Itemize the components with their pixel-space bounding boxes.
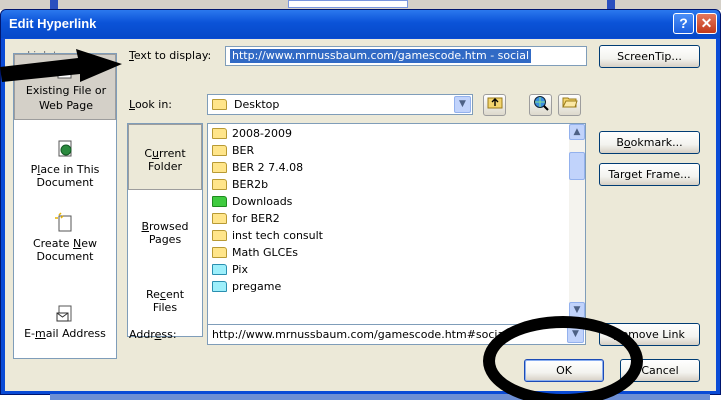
create-new-document-label-line1: Create New — [32, 237, 98, 250]
existing-file-label-line2: Web Page — [38, 99, 94, 112]
place-recent-files[interactable]: Recent Files — [128, 288, 202, 328]
list-item[interactable]: inst tech consult — [212, 227, 323, 244]
list-item[interactable]: BER — [212, 142, 254, 159]
folder-icon — [212, 162, 227, 173]
bookmark-button[interactable]: Bookmark... — [599, 131, 700, 154]
look-in-label: Look in: — [129, 98, 172, 111]
recent-files-label-line1: Recent — [145, 288, 185, 301]
address-value: http://www.mrnussbaum.com/gamescode.htm#… — [212, 328, 508, 341]
close-button[interactable]: ✕ — [696, 13, 717, 34]
place-browsed-pages[interactable]: Browsed Pages — [128, 220, 202, 260]
help-button[interactable]: ? — [673, 13, 694, 34]
places-panel: Current Folder Browsed Pages Recent File… — [127, 123, 203, 337]
cyan-folder-icon — [212, 281, 227, 292]
folder-icon — [212, 179, 227, 190]
open-folder-icon — [561, 97, 578, 108]
folder-icon — [212, 247, 227, 258]
scroll-thumb[interactable] — [569, 152, 585, 180]
text-to-display-label: Text to display: — [129, 49, 212, 62]
annotation-circle — [483, 316, 643, 400]
list-item[interactable]: BER 2 7.4.08 — [212, 159, 303, 176]
link-to-place-in-document[interactable]: Place in This Document — [14, 138, 116, 198]
look-in-folder-icon — [212, 96, 232, 113]
browsed-pages-label-line2: Pages — [148, 233, 182, 246]
list-item[interactable]: Downloads — [212, 193, 292, 210]
browse-web-button[interactable] — [529, 94, 552, 116]
email-address-label: E-mail Address — [24, 327, 106, 340]
place-in-document-icon — [58, 140, 72, 157]
scroll-up-icon[interactable]: ▲ — [569, 124, 585, 140]
browse-web-icon — [533, 96, 549, 111]
folder-icon — [212, 145, 227, 156]
recent-files-label-line2: Files — [152, 301, 178, 314]
screentip-button[interactable]: ScreenTip... — [599, 45, 700, 68]
folder-icon — [212, 128, 227, 139]
green-folder-icon — [212, 196, 227, 207]
cyan-folder-icon — [212, 264, 227, 275]
look-in-combo[interactable]: Desktop ▼ — [207, 94, 473, 115]
text-to-display-value: http://www.mrnussbaum.com/gamescode.htm … — [230, 49, 532, 63]
link-to-create-new-document[interactable]: Create New Document — [14, 212, 116, 272]
folder-icon — [212, 230, 227, 241]
list-item[interactable]: BER2b — [212, 176, 268, 193]
background-window-field — [288, 0, 408, 8]
list-item[interactable]: pregame — [212, 278, 281, 295]
create-new-document-icon — [55, 212, 72, 232]
title-bar[interactable]: Edit Hyperlink ? ✕ — [1, 10, 720, 38]
folder-icon — [212, 213, 227, 224]
address-label: Address: — [129, 328, 177, 341]
look-in-dropdown-icon[interactable]: ▼ — [454, 96, 471, 113]
list-item[interactable]: Pix — [212, 261, 248, 278]
up-folder-button[interactable] — [483, 94, 506, 116]
target-frame-button[interactable]: Target Frame... — [599, 163, 700, 186]
up-folder-icon — [487, 97, 502, 109]
link-to-panel: Existing File or Web Page Place in This … — [13, 53, 117, 359]
place-current-folder[interactable]: Current Folder — [128, 124, 202, 190]
current-folder-label-line2: Folder — [148, 160, 182, 173]
current-folder-label-line1: Current — [144, 147, 186, 160]
look-in-value: Desktop — [234, 98, 280, 111]
text-to-display-field[interactable]: http://www.mrnussbaum.com/gamescode.htm … — [225, 46, 587, 66]
place-in-document-label-line2: Document — [36, 176, 94, 189]
annotation-arrow-icon — [0, 49, 122, 82]
dialog-title: Edit Hyperlink — [9, 16, 97, 31]
list-item[interactable]: 2008-2009 — [212, 125, 292, 142]
create-new-document-label-line2: Document — [36, 250, 94, 263]
file-list[interactable]: 2008-2009 BER BER 2 7.4.08 BER2b Downloa… — [207, 123, 586, 337]
place-in-document-label-line1: Place in This — [30, 163, 100, 176]
file-list-scrollbar[interactable]: ▲ ▼ — [569, 124, 585, 318]
email-address-icon — [56, 305, 72, 322]
list-item[interactable]: Math GLCEs — [212, 244, 298, 261]
link-to-email-address[interactable]: E-mail Address — [14, 302, 116, 352]
browse-file-button[interactable] — [558, 94, 581, 116]
list-item[interactable]: for BER2 — [212, 210, 280, 227]
browsed-pages-label-line1: Browsed — [141, 220, 189, 233]
